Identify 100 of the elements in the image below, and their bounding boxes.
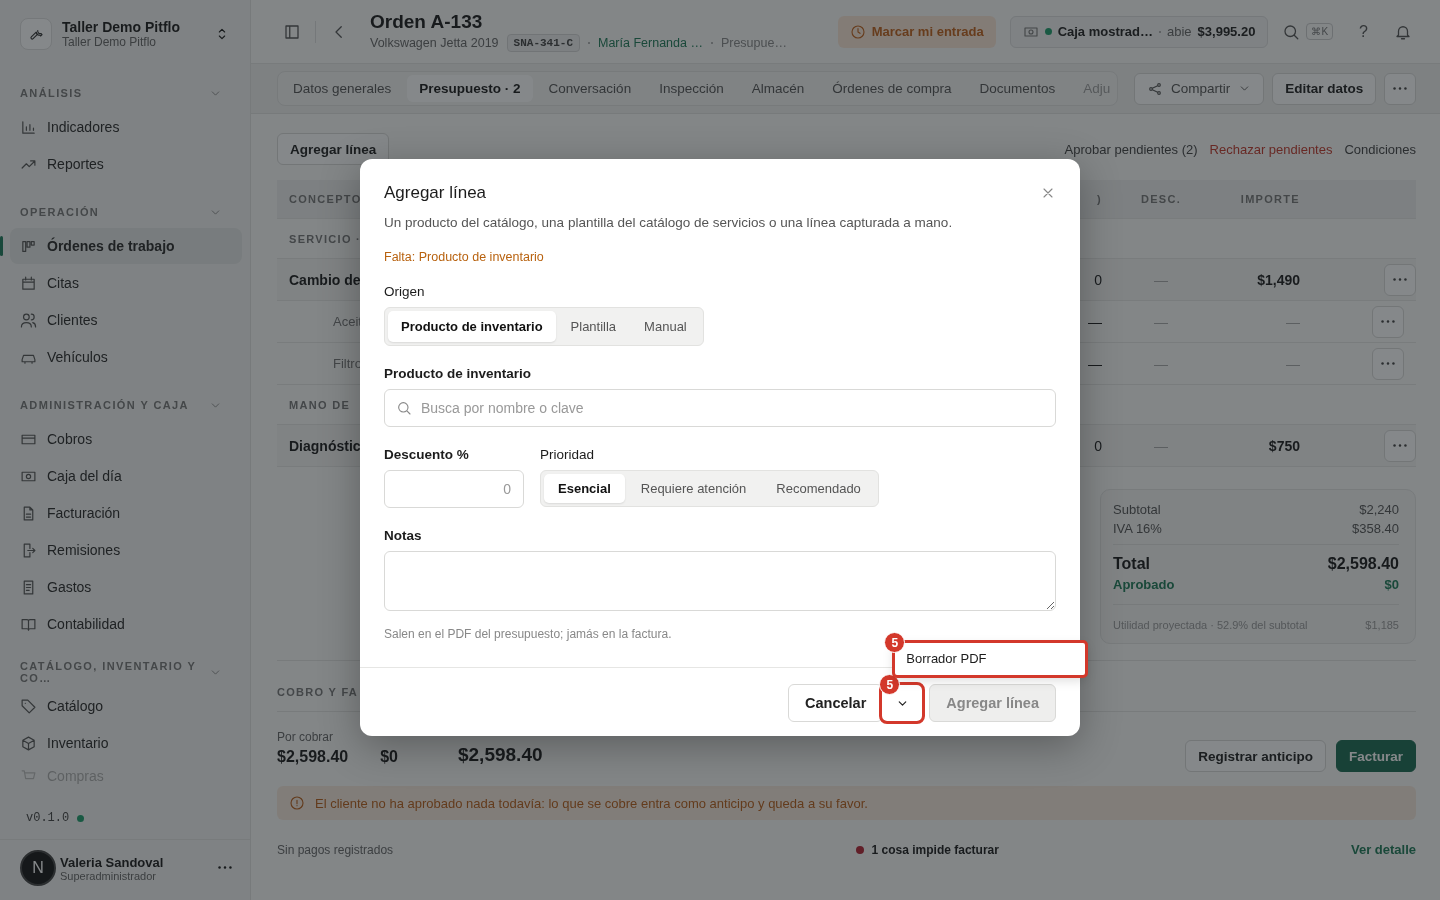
share-icon [1147,80,1163,97]
blockers-label: 1 cosa impide facturar [871,842,999,857]
table-cell-text: — [1153,313,1169,330]
tag-icon [20,697,37,715]
user-role: Superadministrador [60,869,157,882]
more-icon[interactable] [218,866,232,870]
field-hint: Salen en el PDF del presupuesto; jamás en la factura. [384,627,673,641]
group-label: MANO DE [288,398,351,411]
dialog-title: Agregar línea [384,183,487,203]
status-dot [77,814,85,822]
wrench-icon [20,18,52,50]
field-label: Origen [384,284,426,299]
table-cell-text: $1,490 [1256,271,1301,288]
alert-icon [289,795,305,811]
avatar[interactable]: N [20,850,56,886]
column-header: CONCEPTO [288,193,362,205]
sidebar-item[interactable]: Cobros [10,421,242,457]
more-icon [1393,277,1407,282]
sidebar-item[interactable]: Catálogo [10,688,242,724]
amount-value: $2,598.40 [458,744,543,766]
more-button[interactable] [1384,72,1416,105]
approve-link[interactable]: Aprobar pendientes (2) [1064,141,1198,157]
vehicle-label: Volkswagen Jetta 2019 [370,36,499,50]
row-menu-button[interactable] [1372,347,1404,380]
row-menu-button[interactable] [1384,263,1416,296]
box-icon [20,734,37,752]
sidebar-item[interactable]: Clientes [10,302,242,338]
discount-field[interactable]: 0 [384,470,524,508]
section-title: COBRO Y FA [277,686,359,698]
tab[interactable]: Inspección [647,75,736,102]
section-title: CATÁLOGO, INVENTARIO Y CO… [20,660,198,684]
segment-option[interactable]: Recomendado [762,474,875,503]
page-title: Orden A-133 [370,11,484,33]
search-icon [396,400,412,416]
column-header: DESC. [1139,193,1183,205]
chart-icon [20,118,37,136]
sidebar-item[interactable]: Contabilidad [10,606,242,642]
share-button[interactable]: Compartir [1134,72,1265,105]
tab[interactable]: Documentos [967,75,1068,102]
tab[interactable]: Almacén [739,75,817,102]
search-icon[interactable] [1282,22,1301,41]
dialog-description: Un producto del catálogo, una plantilla del catálogo de servicios o una línea capturada a mano. [384,215,954,230]
register-name: Caja mostrad… [1057,24,1153,39]
sidebar-item[interactable]: Indicadores [10,109,242,145]
register-state: abie [1167,24,1192,39]
more-icon [1381,319,1395,324]
sidebar-toggle-icon[interactable] [283,22,301,41]
column-header: ) [1096,193,1103,205]
table-cell-text: $750 [1267,437,1301,454]
calendar-icon [20,274,37,292]
help-button[interactable]: ? [1347,22,1380,41]
clock-in-button[interactable]: Marcar mi entrada [837,15,996,48]
sidebar-item[interactable]: Citas [10,265,242,301]
customer-link[interactable]: María Fernanda … [598,36,703,50]
details-link[interactable]: Ver detalle [1350,842,1416,857]
advance-button[interactable]: Registrar anticipo [1185,740,1326,772]
annotation-badge: 5 [884,632,906,653]
total-label: Total [1113,555,1151,573]
sidebar-item[interactable]: Remisiones [10,532,242,568]
sidebar-item[interactable]: Facturación [10,495,242,531]
cash-register-button[interactable]: Caja mostrad… abie $3,995.20 [1009,15,1269,48]
version-label: v0.1.0 [26,811,70,825]
more-icon [1393,86,1408,91]
tab[interactable]: Órdenes de compra [820,75,964,102]
to-collect-label: Por cobrar [277,730,335,744]
segment-option[interactable]: Requiere atención [626,474,761,503]
tab[interactable]: Datos generales [281,75,404,102]
sidebar-item[interactable]: Caja del día [10,458,242,494]
tab[interactable]: Presupuesto · 2 [407,75,533,102]
sidebar-item[interactable]: Gastos [10,569,242,605]
edit-button[interactable]: Editar datos [1272,72,1377,105]
segment-option[interactable]: Plantilla [557,311,630,342]
segment-option[interactable]: Manual [631,311,700,342]
invoice-button[interactable]: Facturar [1335,740,1416,772]
amount-value: $0 [380,748,398,766]
row-menu-button[interactable] [1384,429,1416,462]
subtotal-label: Subtotal [1113,502,1161,517]
approved-value: $0 [1384,577,1399,592]
segment-option[interactable]: Producto de inventario [388,311,556,342]
subtotal-value: $2,240 [1359,502,1399,517]
add-line-button[interactable]: Agregar línea [277,133,390,165]
sidebar-item[interactable]: Vehículos [10,339,242,375]
shortcut-key: ⌘K [1306,23,1334,40]
segment-option[interactable]: Esencial [544,474,625,503]
group-label: SERVICIO · [288,232,362,245]
field-label: Producto de inventario [384,366,533,381]
search-field[interactable]: Busca por nombre o clave [384,389,1056,427]
table-cell-text: Aceit [332,314,362,329]
reject-link[interactable]: Rechazar pendientes [1209,141,1333,157]
notes-field[interactable] [384,551,1056,611]
field-label: Prioridad [540,447,596,462]
sidebar-item[interactable]: Reportes [10,146,242,182]
conditions-link[interactable]: Condiciones [1344,141,1416,157]
section-title: ANÁLISIS [20,87,83,99]
workspace-subtitle: Taller Demo Pitflo [62,35,158,49]
row-menu-button[interactable] [1372,305,1404,338]
more-icon [1393,443,1407,448]
clock-icon [849,23,866,40]
tab[interactable]: Conversación [536,75,644,102]
sidebar-item[interactable]: Inventario [10,725,242,761]
